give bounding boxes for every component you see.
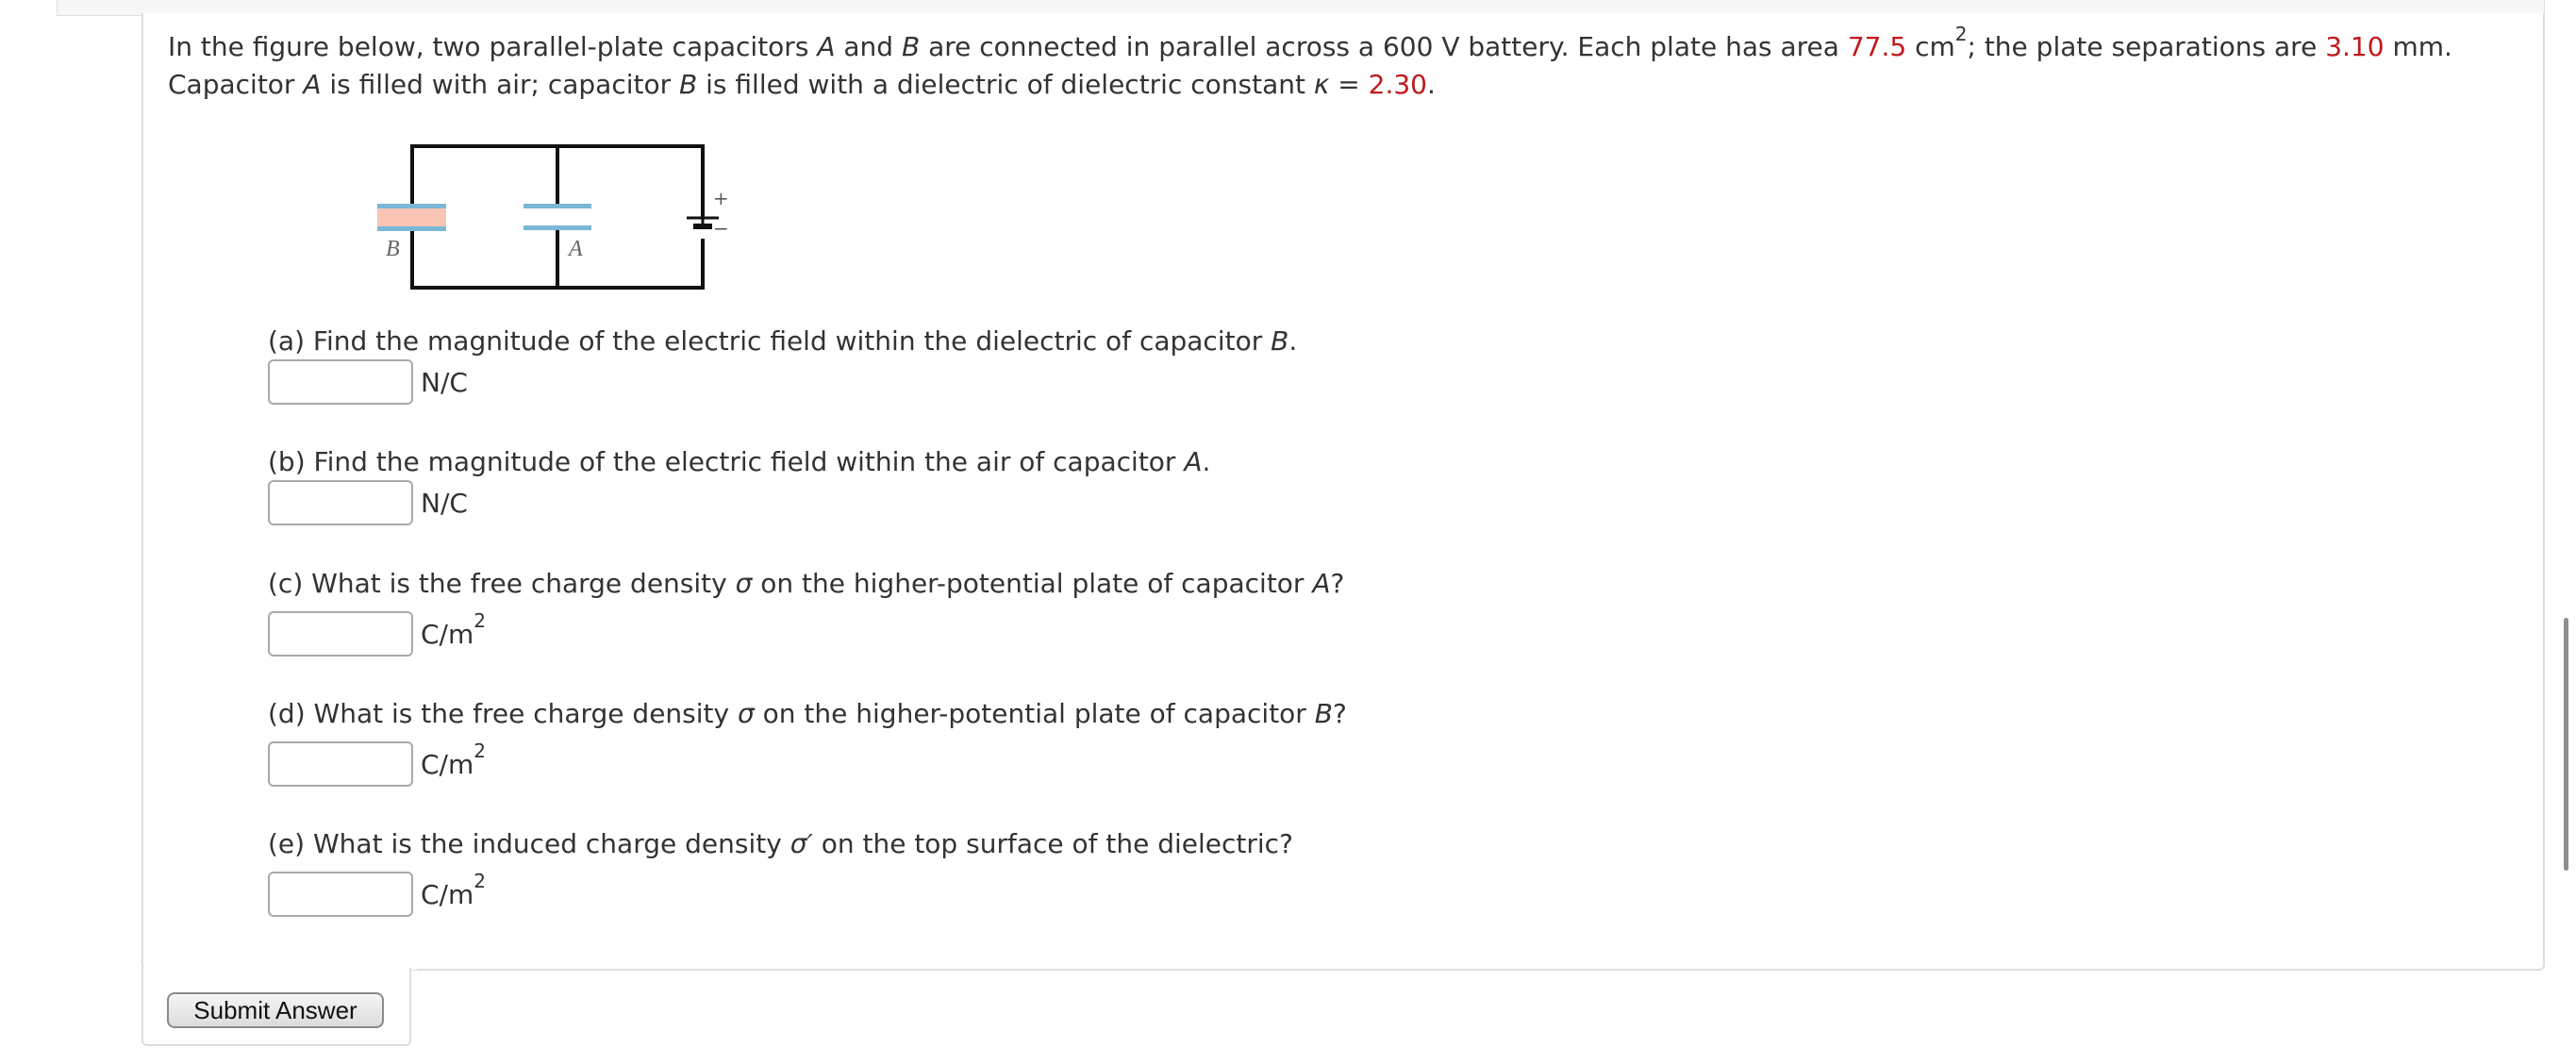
capacitor-a-label: A <box>567 237 583 261</box>
unit-a: N/C <box>421 366 468 398</box>
circuit-wires <box>410 144 705 290</box>
area-value: 77.5 <box>1847 31 1907 62</box>
capacitor-b-bottom-plate <box>377 226 446 231</box>
answer-row-e: C/m2 <box>268 872 486 917</box>
answer-row-b: N/C <box>268 480 468 525</box>
dielectric-constant-value: 2.30 <box>1368 69 1427 100</box>
answer-input-d[interactable] <box>268 741 413 787</box>
unit-d: C/m2 <box>421 740 486 780</box>
problem-statement: In the figure below, two parallel-plate … <box>168 22 2452 100</box>
capacitor-b <box>377 204 446 231</box>
capacitor-a-bottom-plate <box>524 225 591 230</box>
question-a: (a) Find the magnitude of the electric f… <box>268 325 1298 357</box>
question-d: (d) What is the free charge density σ on… <box>268 698 1347 729</box>
question-e: (e) What is the induced charge density σ… <box>268 828 1293 859</box>
battery-plus-sign: + <box>713 187 729 209</box>
answer-row-a: N/C <box>268 359 468 405</box>
unit-c: C/m2 <box>421 609 486 650</box>
answer-input-b[interactable] <box>268 480 413 525</box>
submit-answer-button[interactable]: Submit Answer <box>167 992 384 1028</box>
answer-input-e[interactable] <box>268 872 413 917</box>
answer-input-c[interactable] <box>268 611 413 657</box>
question-b: (b) Find the magnitude of the electric f… <box>268 446 1211 477</box>
unit-b: N/C <box>421 487 468 519</box>
capacitor-b-top-plate <box>377 204 446 208</box>
capacitor-a <box>524 204 591 230</box>
battery-minus-sign: − <box>713 217 729 240</box>
circuit-diagram: + − B A <box>377 144 729 290</box>
dielectric-slab <box>377 208 446 227</box>
capacitor-a-top-plate <box>524 204 591 208</box>
capacitor-b-label: B <box>386 237 400 261</box>
question-c: (c) What is the free charge density σ on… <box>268 568 1345 599</box>
answer-row-d: C/m2 <box>268 741 486 787</box>
answer-input-a[interactable] <box>268 359 413 405</box>
unit-e: C/m2 <box>421 870 486 910</box>
answer-row-c: C/m2 <box>268 611 486 657</box>
scrollbar-thumb[interactable] <box>2564 618 2568 871</box>
separation-value: 3.10 <box>2325 31 2385 62</box>
